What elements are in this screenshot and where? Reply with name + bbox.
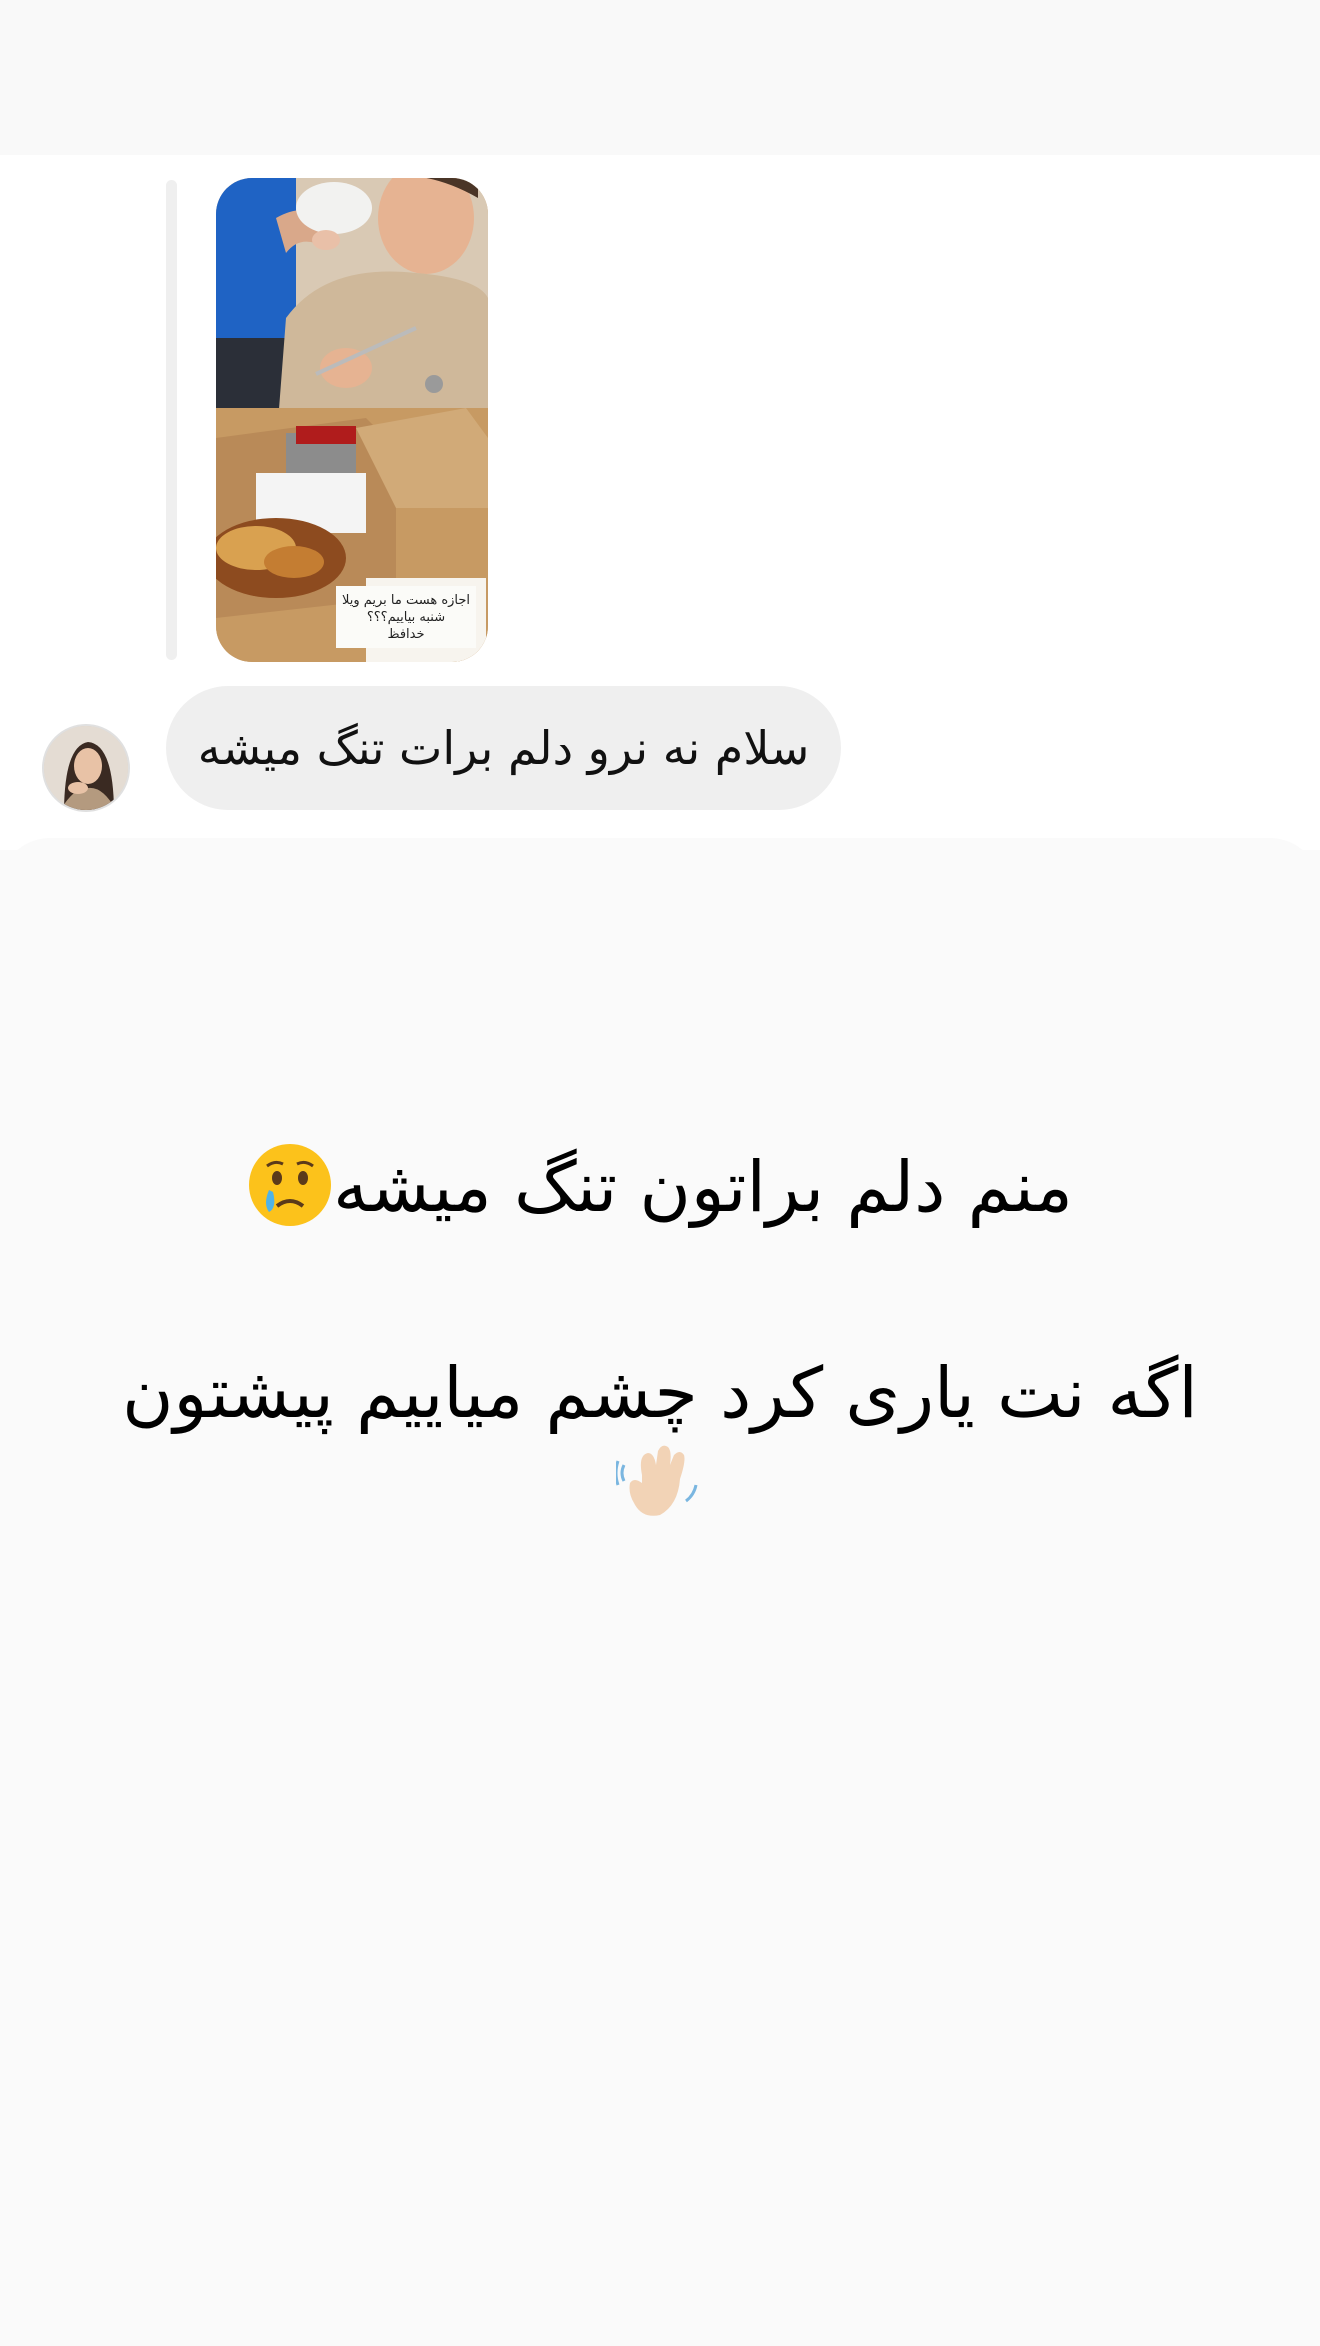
overlay-line1: منم دلم براتون تنگ میشه [60,1135,1260,1239]
overlay-line1-text: منم دلم براتون تنگ میشه [333,1146,1073,1228]
page: اجازه هست ما بریم ویلا شنبه بیاییم؟؟؟ خد… [0,0,1320,2346]
waving-hand-icon [616,1445,698,1516]
story-caption: اجازه هست ما بریم ویلا شنبه بیاییم؟؟؟ خد… [336,586,476,648]
crying-face-icon [249,1143,332,1226]
story-caption-line2: شنبه بیاییم؟؟؟ [366,610,446,625]
story-caption-line1: اجازه هست ما بریم ویلا [341,593,471,608]
shared-story-thumbnail[interactable]: اجازه هست ما بریم ویلا شنبه بیاییم؟؟؟ خد… [216,178,488,662]
overlay-sheet [0,838,1320,2346]
story-caption-line3: خدافظ [387,627,425,642]
overlay-spacer [60,1239,1260,1341]
avatar[interactable] [42,724,130,812]
overlay-line2-text: اگه نت یاری کرد چشم میاییم پیشتون [122,1352,1198,1434]
overlay-line2: اگه نت یاری کرد چشم میاییم پیشتون [60,1341,1260,1445]
overlay-message: منم دلم براتون تنگ میشه اگه نت یاری کرد … [60,1135,1260,1523]
message-bubble[interactable]: سلام نه نرو دلم برات تنگ میشه [166,686,841,810]
message-text: سلام نه نرو دلم برات تنگ میشه [197,721,810,775]
reply-indicator-line [166,180,177,660]
profile-photo [44,726,128,810]
top-bar [0,0,1320,155]
